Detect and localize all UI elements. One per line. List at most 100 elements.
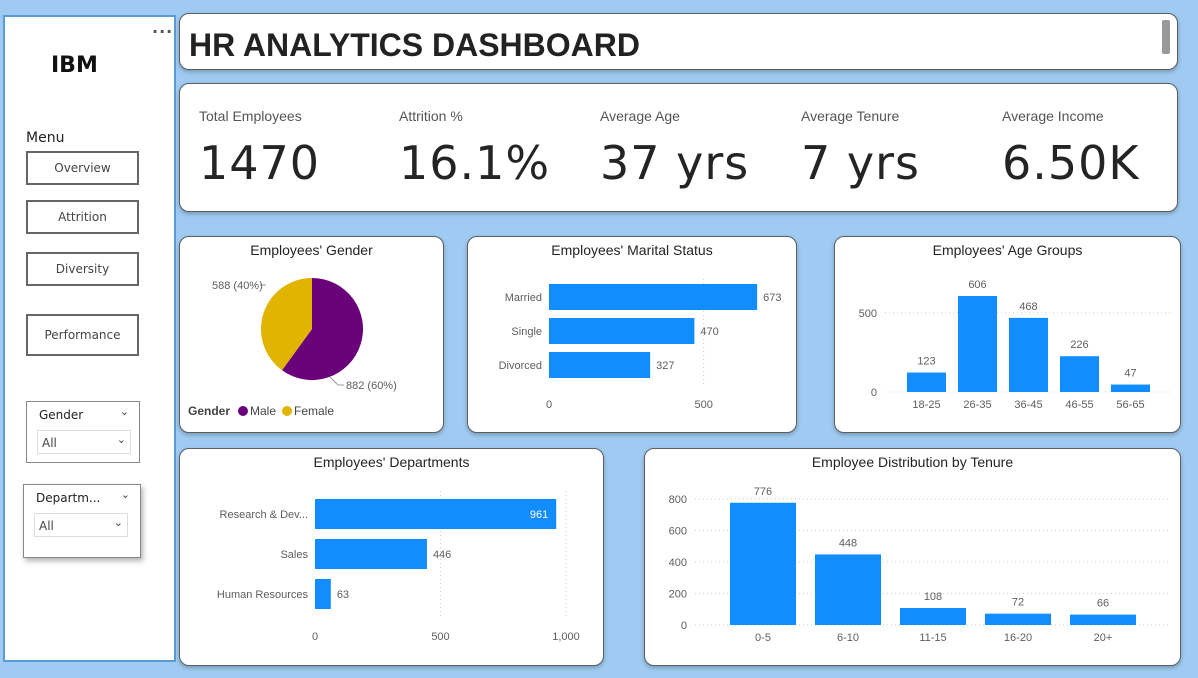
department-dropdown-value: All [39, 519, 54, 533]
marital-bar-chart[interactable]: 0 500 Married 673 Single 470 Divorced 327 [468, 237, 796, 432]
y-tick-label: Married [505, 292, 542, 304]
data-label: 470 [700, 326, 718, 338]
pie-data-label: 588 (40%) [212, 280, 263, 292]
x-tick-label: 18-25 [912, 399, 940, 411]
y-tick-label: 600 [669, 526, 687, 538]
y-tick-label: Human Resources [217, 589, 309, 601]
bar[interactable] [1111, 384, 1150, 392]
x-tick-label: 0 [546, 399, 552, 411]
x-tick-label: 16-20 [1004, 632, 1032, 644]
chevron-down-icon: ⌄ [113, 516, 123, 529]
kpi-label: Average Age [600, 108, 680, 124]
data-label: 47 [1124, 368, 1136, 380]
more-options-icon[interactable]: ··· [152, 24, 173, 40]
x-tick-label: 46-55 [1065, 399, 1093, 411]
x-tick-label: 0-5 [755, 632, 771, 644]
y-tick-label: Divorced [499, 360, 542, 372]
data-label: 673 [763, 292, 781, 304]
bar[interactable] [900, 607, 966, 625]
kpi-average-tenure: Average Tenure 7 yrs [782, 84, 982, 213]
x-tick-label: 36-45 [1014, 399, 1042, 411]
marital-chart-card: Employees' Marital Status 0 500 Married 673… [467, 236, 797, 433]
bar[interactable] [958, 296, 997, 392]
chevron-down-icon[interactable]: ⌄ [120, 405, 129, 418]
department-slicer-title: Departm... [36, 491, 101, 505]
legend-female-label: Female [294, 404, 334, 418]
x-tick-label: 0 [312, 631, 318, 643]
bar[interactable] [1009, 317, 1048, 392]
data-label: 72 [1012, 597, 1024, 609]
department-bar-chart[interactable]: 0 500 1,000 Research & Dev... 961 Sales 446 Hum… [180, 449, 603, 665]
scrollbar[interactable] [1162, 20, 1170, 54]
bar[interactable] [1070, 614, 1136, 625]
kpi-label: Attrition % [399, 108, 463, 124]
data-label: 606 [968, 279, 986, 291]
leader-line [329, 376, 339, 386]
y-tick-label: 400 [669, 557, 687, 569]
chevron-down-icon: ⌄ [116, 433, 126, 446]
y-tick-label: 800 [669, 494, 687, 506]
bar[interactable] [549, 318, 695, 344]
age-bar-chart[interactable]: 0 500 123 18-25 606 26-35 468 36-45 226 46-55 47 56… [835, 237, 1180, 432]
bar[interactable] [315, 539, 427, 569]
gender-slicer: Gender ⌄ All ⌄ [26, 401, 140, 463]
data-label: 446 [433, 549, 451, 561]
kpi-value: 7 yrs [801, 136, 920, 190]
legend-male-marker [238, 406, 248, 416]
data-label: 327 [656, 360, 674, 372]
department-chart-card: Employees' Departments 0 500 1,000 Research… [179, 448, 604, 666]
y-tick-label: Single [511, 326, 542, 338]
chevron-down-icon[interactable]: ⌄ [121, 488, 130, 501]
bar[interactable] [907, 372, 946, 392]
kpi-value: 37 yrs [600, 136, 750, 190]
menu-label: Menu [26, 130, 65, 146]
bar[interactable] [985, 613, 1051, 625]
department-slicer: Departm... ⌄ All ⌄ [23, 484, 141, 558]
legend-male-label: Male [250, 404, 276, 418]
x-tick-label: 6-10 [837, 632, 859, 644]
brand-logo-text: IBM [51, 53, 98, 78]
kpi-value: 1470 [199, 136, 321, 190]
nav-diversity-button[interactable]: Diversity [26, 252, 139, 286]
legend-female-marker [282, 406, 292, 416]
kpi-label: Total Employees [199, 108, 302, 124]
gender-pie-chart[interactable]: 882 (60%) 588 (40%) Gender Male Female [180, 237, 443, 432]
kpi-attrition: Attrition % 16.1% [380, 84, 580, 213]
bar[interactable] [549, 284, 758, 310]
data-label: 108 [924, 591, 942, 603]
bar[interactable] [730, 502, 796, 625]
data-label: 63 [337, 589, 349, 601]
tenure-bar-chart[interactable]: 0 200 400 600 800 776 0-5 448 6-10 108 11-15 72 16-2… [645, 449, 1180, 665]
y-tick-label: 0 [681, 620, 687, 632]
nav-overview-button[interactable]: Overview [26, 151, 139, 185]
data-label: 468 [1019, 301, 1037, 313]
bar[interactable] [549, 352, 651, 378]
kpi-average-age: Average Age 37 yrs [581, 84, 781, 213]
gender-dropdown[interactable]: All ⌄ [37, 430, 131, 454]
x-tick-label: 500 [431, 631, 449, 643]
y-tick-label: Sales [280, 549, 308, 561]
data-label: 66 [1097, 598, 1109, 610]
x-tick-label: 1,000 [552, 631, 580, 643]
x-tick-label: 56-65 [1116, 399, 1144, 411]
age-chart-card: Employees' Age Groups 0 500 123 18-25 606 26-… [834, 236, 1181, 433]
title-card: HR ANALYTICS DASHBOARD [179, 13, 1178, 70]
kpi-value: 6.50K [1002, 136, 1140, 190]
tenure-chart-card: Employee Distribution by Tenure 0 200 400 6… [644, 448, 1181, 666]
bar[interactable] [315, 579, 331, 609]
y-tick-label: Research & Dev... [220, 509, 308, 521]
kpi-value: 16.1% [399, 136, 551, 190]
bar[interactable] [1060, 356, 1099, 392]
bar[interactable] [315, 499, 557, 529]
bar[interactable] [815, 554, 881, 625]
kpi-card: Total Employees 1470 Attrition % 16.1% A… [179, 83, 1178, 212]
department-dropdown[interactable]: All ⌄ [34, 513, 128, 537]
data-label: 226 [1070, 339, 1088, 351]
y-tick-label: 500 [859, 308, 877, 320]
sidebar: ··· IBM Menu Overview Attrition Diversit… [3, 15, 176, 662]
nav-attrition-button[interactable]: Attrition [26, 200, 139, 234]
nav-performance-button[interactable]: Performance [26, 314, 139, 356]
x-tick-label: 500 [694, 399, 712, 411]
kpi-total-employees: Total Employees 1470 [180, 84, 380, 213]
data-label: 448 [839, 537, 857, 549]
